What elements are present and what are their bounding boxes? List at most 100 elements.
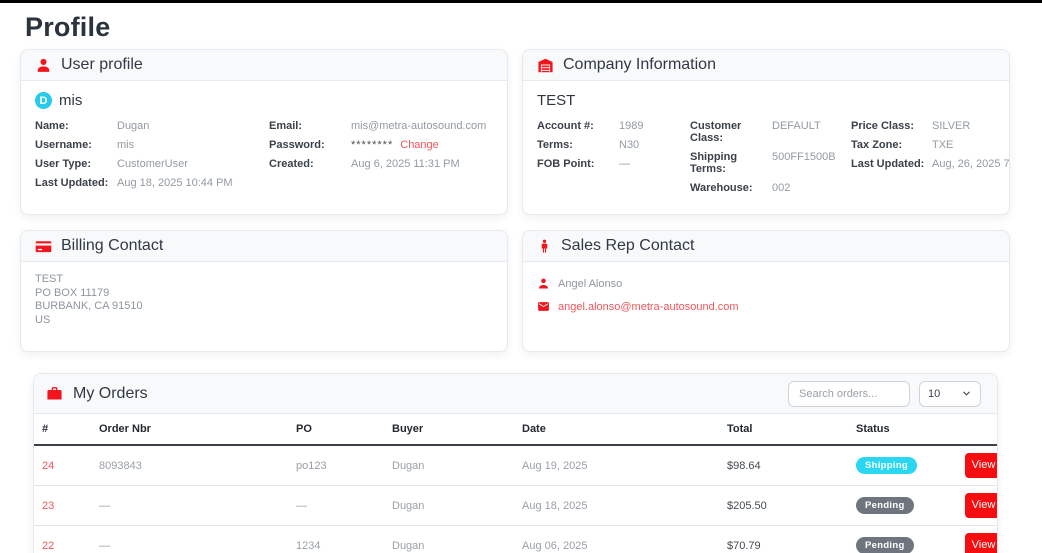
field-name: Name: Dugan	[35, 120, 150, 132]
order-row: 22 — 1234 Dugan Aug 06, 2025 $70.79 Pend…	[34, 525, 997, 553]
orders-controls: 10	[788, 380, 981, 407]
billing-line: TEST	[35, 273, 64, 285]
credit-card-icon	[35, 238, 52, 255]
my-orders-title-wrap: My Orders	[46, 385, 148, 403]
search-orders-input[interactable]	[788, 380, 910, 407]
field-created: Created: Aug 6, 2025 11:31 PM	[269, 158, 460, 170]
status-badge: Pending	[856, 537, 914, 553]
my-orders-title: My Orders	[73, 384, 148, 402]
field-price-class: Price Class: SILVER	[851, 120, 971, 132]
buyer-cell: Dugan	[384, 525, 514, 553]
po-cell: —	[288, 485, 384, 526]
company-info-header: Company Information	[523, 50, 1009, 81]
profile-page: Profile User profile D mis Name: Dugan U…	[0, 0, 1042, 553]
total-cell: $205.50	[719, 485, 848, 526]
user-icon	[35, 57, 52, 74]
user-fields: Name: Dugan Username: mis User Type: Cus…	[35, 120, 493, 196]
col-header-num: #	[34, 414, 91, 446]
col-header-po: PO	[288, 414, 384, 446]
orders-table: # Order Nbr PO Buyer Date Total Status 2…	[34, 414, 997, 553]
user-profile-card: User profile D mis Name: Dugan Username:	[20, 49, 508, 215]
briefcase-icon	[46, 385, 63, 402]
field-tax-zone: Tax Zone: TXE	[851, 139, 954, 151]
field-company-last-updated: Last Updated: Aug, 26, 2025 7:07 PM	[851, 158, 1010, 170]
col-header-actions	[957, 414, 997, 446]
my-orders-card: My Orders 10 # Order Nbr	[33, 373, 998, 553]
my-orders-header: My Orders 10	[34, 374, 997, 414]
view-order-button[interactable]: View	[965, 533, 997, 553]
avatar: D	[35, 92, 52, 109]
page-size-select[interactable]: 10	[919, 380, 981, 407]
col-header-status: Status	[848, 414, 957, 446]
billing-contact-card: Billing Contact TEST PO BOX 11179 BURBAN…	[20, 230, 508, 352]
company-fields: Account #: 1989 Terms: N30 FOB Point: —	[537, 120, 1009, 201]
billing-line: US	[35, 313, 51, 326]
order-nbr-cell: —	[91, 525, 288, 553]
person-standing-icon	[537, 238, 552, 255]
company-name: TEST	[537, 92, 576, 109]
sales-rep-name-row: Angel Alonso	[537, 277, 995, 290]
field-last-updated: Last Updated: Aug 18, 2025 10:44 PM	[35, 177, 233, 189]
buyer-cell: Dugan	[384, 445, 514, 486]
sales-rep-name: Angel Alonso	[558, 277, 623, 290]
billing-contact-title: Billing Contact	[61, 237, 164, 254]
billing-line: PO BOX 11179	[35, 286, 110, 299]
col-header-buyer: Buyer	[384, 414, 514, 446]
user-profile-title: User profile	[61, 56, 143, 73]
status-badge: Shipping	[856, 457, 918, 474]
page-title: Profile	[25, 12, 111, 42]
view-order-button[interactable]: View	[965, 453, 997, 478]
sales-rep-card: Sales Rep Contact Angel Alonso angel.alo…	[522, 230, 1010, 352]
warehouse-icon	[537, 57, 554, 74]
col-header-date: Date	[514, 414, 719, 446]
sales-rep-email-link[interactable]: angel.alonso@metra-autosound.com	[558, 301, 739, 313]
order-number-link[interactable]: 24	[42, 460, 54, 472]
company-info-body: TEST Account #: 1989 Terms: N30 FOB Poin…	[523, 81, 1009, 212]
order-row: 24 8093843 po123 Dugan Aug 19, 2025 $98.…	[34, 445, 997, 486]
orders-table-header-row: # Order Nbr PO Buyer Date Total Status	[34, 414, 997, 446]
change-password-link[interactable]: Change	[400, 139, 439, 151]
company-info-card: Company Information TEST Account #: 1989…	[522, 49, 1010, 215]
status-badge: Pending	[856, 497, 914, 514]
order-row: 23 — — Dugan Aug 18, 2025 $205.50 Pendin…	[34, 485, 997, 526]
order-nbr-cell: —	[91, 485, 288, 526]
date-cell: Aug 06, 2025	[514, 525, 719, 553]
company-info-title: Company Information	[563, 56, 716, 73]
avatar-row: D mis	[35, 92, 493, 109]
po-cell: po123	[288, 445, 384, 486]
sales-rep-email-row: angel.alonso@metra-autosound.com	[537, 300, 995, 313]
field-terms: Terms: N30	[537, 139, 640, 151]
page-size-value: 10	[928, 387, 941, 400]
sales-rep-body: Angel Alonso angel.alonso@metra-autosoun…	[523, 262, 1009, 334]
col-header-order-nbr: Order Nbr	[91, 414, 288, 446]
total-cell: $70.79	[719, 525, 848, 553]
chevron-down-icon	[961, 388, 972, 399]
view-order-button[interactable]: View	[965, 493, 997, 518]
cards-grid: User profile D mis Name: Dugan Username:	[0, 49, 1042, 352]
order-number-link[interactable]: 22	[42, 540, 54, 552]
sales-rep-header: Sales Rep Contact	[523, 231, 1009, 262]
field-email: Email: mis@metra-autosound.com	[269, 120, 487, 132]
sales-rep-title: Sales Rep Contact	[561, 237, 695, 254]
field-account: Account #: 1989	[537, 120, 644, 132]
person-icon	[537, 277, 550, 290]
date-cell: Aug 19, 2025	[514, 445, 719, 486]
buyer-cell: Dugan	[384, 485, 514, 526]
field-password: Password: ******** Change	[269, 139, 439, 151]
field-customer-class: Customer Class: DEFAULT	[690, 120, 821, 144]
field-fob-point: FOB Point: —	[537, 158, 630, 170]
billing-line: BURBANK, CA 91510	[35, 300, 143, 312]
envelope-icon	[537, 300, 550, 313]
date-cell: Aug 18, 2025	[514, 485, 719, 526]
user-profile-header: User profile	[21, 50, 507, 81]
field-user-type: User Type: CustomerUser	[35, 158, 188, 170]
field-shipping-terms: Shipping Terms: 500FF1500B	[690, 151, 836, 175]
field-warehouse: Warehouse: 002	[690, 182, 791, 194]
display-name: mis	[59, 92, 83, 109]
order-number-link[interactable]: 23	[42, 500, 54, 512]
field-username: Username: mis	[35, 139, 135, 151]
total-cell: $98.64	[719, 445, 848, 486]
user-profile-body: D mis Name: Dugan Username: mis User Typ…	[21, 81, 507, 207]
order-nbr-cell: 8093843	[91, 445, 288, 486]
billing-contact-header: Billing Contact	[21, 231, 507, 262]
